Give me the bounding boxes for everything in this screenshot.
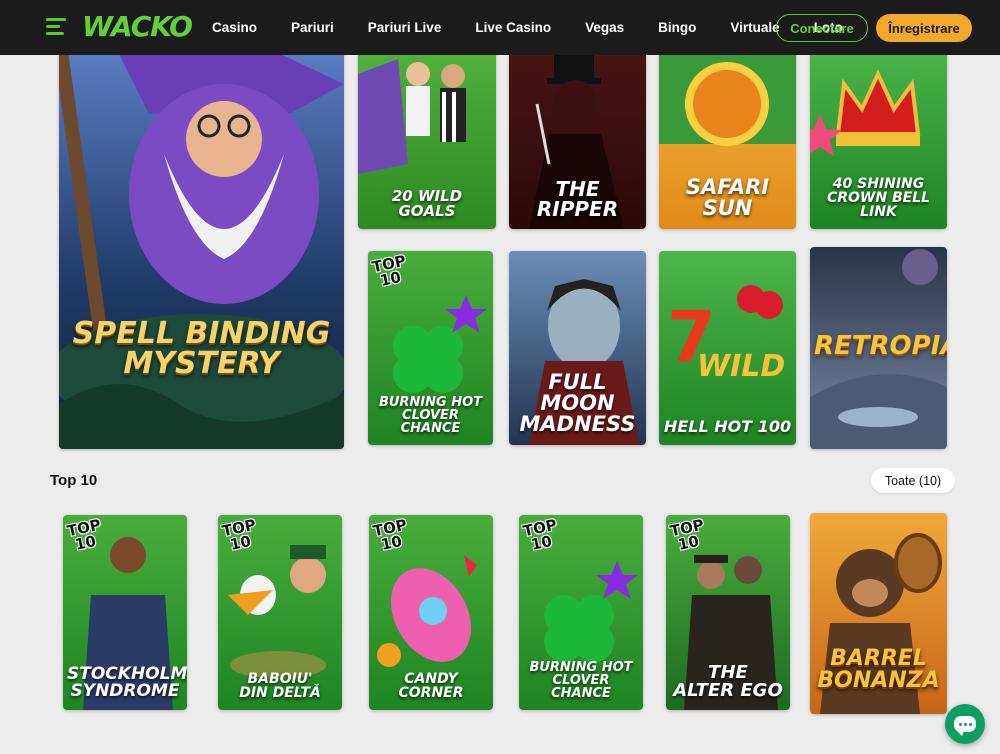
- game-tile-the-alter-ego[interactable]: TOP 10 THE ALTER EGO: [666, 515, 790, 710]
- game-title: FULL MOON MADNESS: [519, 370, 636, 436]
- view-all-button[interactable]: Toate (10): [871, 468, 955, 493]
- game-title: STOCKHOLM SYNDROME: [67, 664, 187, 701]
- game-tile-40-shining-crown-bell-link[interactable]: 40 SHINING CROWN BELL LINK: [810, 44, 947, 229]
- register-button[interactable]: Înregistrare: [876, 14, 972, 42]
- game-tile-baboiu-din-delta[interactable]: TOP 10 BABOIU' DIN DELTĂ: [218, 515, 342, 710]
- game-title: BARREL BONANZA: [817, 646, 940, 693]
- top10-badge: TOP 10: [521, 515, 559, 554]
- game-title: BURNING HOT CLOVER CHANCE: [529, 660, 633, 701]
- nav-live-casino[interactable]: Live Casino: [475, 20, 551, 35]
- top10-badge: TOP 10: [220, 515, 258, 554]
- game-tile-retropia[interactable]: RETROPIA: [810, 247, 947, 449]
- game-title: SAFARI SUN: [685, 175, 770, 220]
- nav-bingo[interactable]: Bingo: [658, 20, 696, 35]
- svg-text:WILD: WILD: [697, 349, 785, 384]
- game-title: SPELL BINDING MYSTERY: [72, 316, 331, 381]
- nav-pariuri-live[interactable]: Pariuri Live: [368, 20, 442, 35]
- top10-badge: TOP 10: [668, 515, 706, 554]
- game-title: THE RIPPER: [536, 177, 619, 221]
- game-title: BURNING HOT CLOVER CHANCE: [378, 395, 483, 436]
- hell-hot-art: 7 WILD: [667, 285, 785, 384]
- game-title: RETROPIA: [814, 331, 947, 361]
- wizard-art: [59, 44, 344, 449]
- game-title: 40 SHINING CROWN BELL LINK: [826, 176, 931, 220]
- game-tile-safari-sun[interactable]: SAFARI SUN: [659, 44, 796, 229]
- top10-badge: TOP 10: [371, 515, 409, 554]
- game-tile-full-moon-madness[interactable]: FULL MOON MADNESS: [509, 251, 646, 445]
- game-tile-stockholm-syndrome[interactable]: TOP 10 STOCKHOLM SYNDROME: [63, 515, 187, 710]
- section-title-top10: Top 10: [50, 472, 98, 489]
- nav-virtuale[interactable]: Virtuale: [730, 20, 779, 35]
- nav-vegas[interactable]: Vegas: [585, 20, 624, 35]
- top10-badge: TOP 10: [65, 515, 103, 554]
- chat-button[interactable]: [945, 704, 985, 744]
- game-tile-the-ripper[interactable]: THE RIPPER: [509, 44, 646, 229]
- hamburger-menu-icon[interactable]: [46, 18, 66, 36]
- game-tile-burning-hot-clover-chance-2[interactable]: TOP 10 BURNING HOT CLOVER CHANCE: [519, 515, 643, 710]
- game-tile-spell-binding-mystery[interactable]: SPELL BINDING MYSTERY: [59, 44, 344, 449]
- game-title: CANDY CORNER: [398, 671, 464, 701]
- game-title: 20 WILD GOALS: [391, 187, 463, 220]
- game-title: BABOIU' DIN DELTĂ: [239, 671, 321, 701]
- top-header: WACKO Casino Pariuri Pariuri Live Live C…: [0, 0, 1000, 55]
- game-tile-20-wild-goals[interactable]: 20 WILD GOALS: [358, 44, 496, 229]
- game-tile-hell-hot-100[interactable]: 7 WILD HELL HOT 100: [659, 251, 796, 445]
- nav-pariuri[interactable]: Pariuri: [291, 20, 334, 35]
- top10-badge: TOP 10: [370, 251, 408, 290]
- nav-casino[interactable]: Casino: [212, 20, 257, 35]
- game-tile-barrel-bonanza[interactable]: BARREL BONANZA: [810, 513, 947, 714]
- login-button[interactable]: Conectare: [776, 14, 868, 42]
- game-title: THE ALTER EGO: [673, 662, 783, 701]
- game-tile-candy-corner[interactable]: TOP 10 CANDY CORNER: [369, 515, 493, 710]
- game-tile-burning-hot-clover-chance[interactable]: TOP 10 BURNING HOT CLOVER CHANCE: [368, 251, 493, 445]
- logo[interactable]: WACKO: [82, 10, 193, 43]
- game-title: HELL HOT 100: [663, 417, 792, 436]
- chat-bubble-icon: [954, 716, 976, 736]
